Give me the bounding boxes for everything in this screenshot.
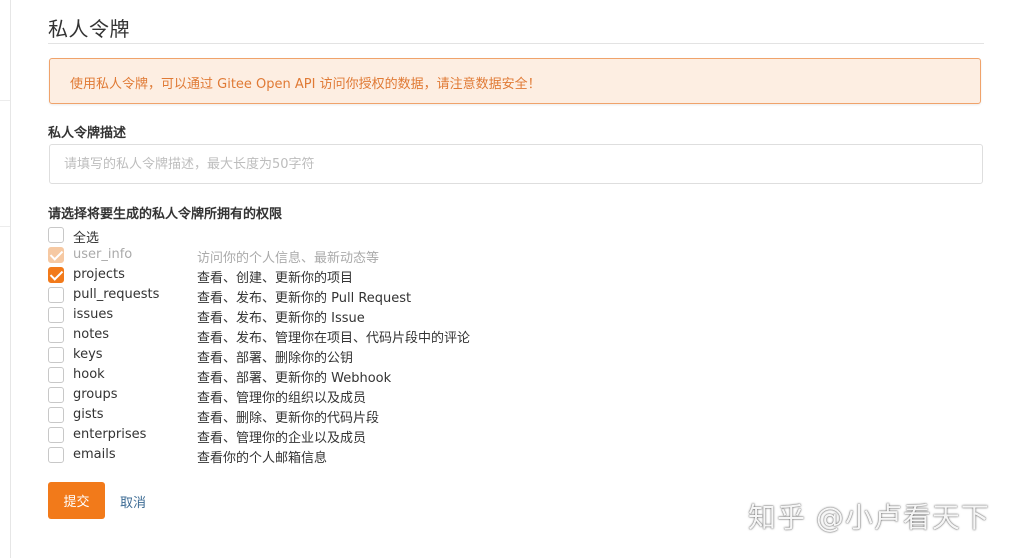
permission-name: groups xyxy=(73,387,118,402)
token-description-input[interactable] xyxy=(49,144,983,184)
permission-description: 查看、发布、管理你在项目、代码片段中的评论 xyxy=(197,331,471,346)
permission-checkbox xyxy=(48,247,64,263)
permission-description: 查看、删除、更新你的代码片段 xyxy=(197,411,380,426)
permission-checkbox[interactable] xyxy=(48,367,64,383)
permission-row-user-info[interactable]: user_info 访问你的个人信息、最新动态等 xyxy=(48,246,568,266)
permission-row-gists[interactable]: gists 查看、删除、更新你的代码片段 xyxy=(48,406,568,426)
permission-description: 查看、发布、更新你的 Issue xyxy=(197,311,365,326)
permission-name: notes xyxy=(73,327,110,342)
permission-name: issues xyxy=(73,307,114,322)
permission-description: 查看、部署、更新你的 Webhook xyxy=(197,371,392,386)
permission-row-groups[interactable]: groups 查看、管理你的组织以及成员 xyxy=(48,386,568,406)
permission-name: projects xyxy=(73,267,125,282)
permission-checkbox[interactable] xyxy=(48,427,64,443)
permission-checkbox[interactable] xyxy=(48,407,64,423)
permission-checkbox[interactable] xyxy=(48,387,64,403)
permission-row-keys[interactable]: keys 查看、部署、删除你的公钥 xyxy=(48,346,568,366)
permission-row-enterprises[interactable]: enterprises 查看、管理你的企业以及成员 xyxy=(48,426,568,446)
permission-row-pull-requests[interactable]: pull_requests 查看、发布、更新你的 Pull Request xyxy=(48,286,568,306)
permission-description: 查看、管理你的组织以及成员 xyxy=(197,391,367,406)
permission-description: 查看、管理你的企业以及成员 xyxy=(197,431,367,446)
watermark: 知乎 @小卢看天下 xyxy=(748,501,990,534)
permission-name: enterprises xyxy=(73,427,147,442)
select-all-checkbox[interactable] xyxy=(48,227,64,243)
permission-description: 访问你的个人信息、最新动态等 xyxy=(197,251,380,266)
alert-text: 使用私人令牌，可以通过 Gitee Open API 访问你授权的数据，请注意数… xyxy=(70,77,541,92)
permission-row-issues[interactable]: issues 查看、发布、更新你的 Issue xyxy=(48,306,568,326)
permission-description: 查看、部署、删除你的公钥 xyxy=(197,351,354,366)
permission-row-emails[interactable]: emails 查看你的个人邮箱信息 xyxy=(48,446,568,466)
description-label: 私人令牌描述 xyxy=(48,126,127,141)
permission-checkbox[interactable] xyxy=(48,267,64,283)
title-divider xyxy=(48,43,984,44)
permission-checkbox[interactable] xyxy=(48,327,64,343)
permission-checkbox[interactable] xyxy=(48,307,64,323)
warning-alert: 使用私人令牌，可以通过 Gitee Open API 访问你授权的数据，请注意数… xyxy=(49,58,981,104)
page-title: 私人令牌 xyxy=(48,17,130,41)
permission-name: emails xyxy=(73,447,116,462)
token-page: 私人令牌 使用私人令牌，可以通过 Gitee Open API 访问你授权的数据… xyxy=(0,0,1028,558)
cancel-link[interactable]: 取消 xyxy=(120,492,146,511)
permission-row-projects[interactable]: projects 查看、创建、更新你的项目 xyxy=(48,266,568,286)
permission-description: 查看你的个人邮箱信息 xyxy=(197,451,328,466)
permission-name: keys xyxy=(73,347,103,362)
permission-checkbox[interactable] xyxy=(48,447,64,463)
submit-button[interactable]: 提交 xyxy=(48,482,105,519)
permission-description: 查看、创建、更新你的项目 xyxy=(197,271,354,286)
permission-name: gists xyxy=(73,407,104,422)
select-all-row[interactable]: 全选 xyxy=(48,226,568,246)
permissions-label: 请选择将要生成的私人令牌所拥有的权限 xyxy=(48,207,283,222)
permission-row-notes[interactable]: notes 查看、发布、管理你在项目、代码片段中的评论 xyxy=(48,326,568,346)
left-sidebar-edge xyxy=(0,0,11,558)
permission-name: user_info xyxy=(73,247,133,262)
permission-row-hook[interactable]: hook 查看、部署、更新你的 Webhook xyxy=(48,366,568,386)
permission-name: pull_requests xyxy=(73,287,160,302)
permission-checkbox[interactable] xyxy=(48,287,64,303)
permission-name: hook xyxy=(73,367,105,382)
sidebar-divider xyxy=(0,100,10,101)
sidebar-divider xyxy=(0,226,10,227)
permission-checkbox[interactable] xyxy=(48,347,64,363)
permission-description: 查看、发布、更新你的 Pull Request xyxy=(197,291,412,306)
select-all-label: 全选 xyxy=(73,231,100,246)
